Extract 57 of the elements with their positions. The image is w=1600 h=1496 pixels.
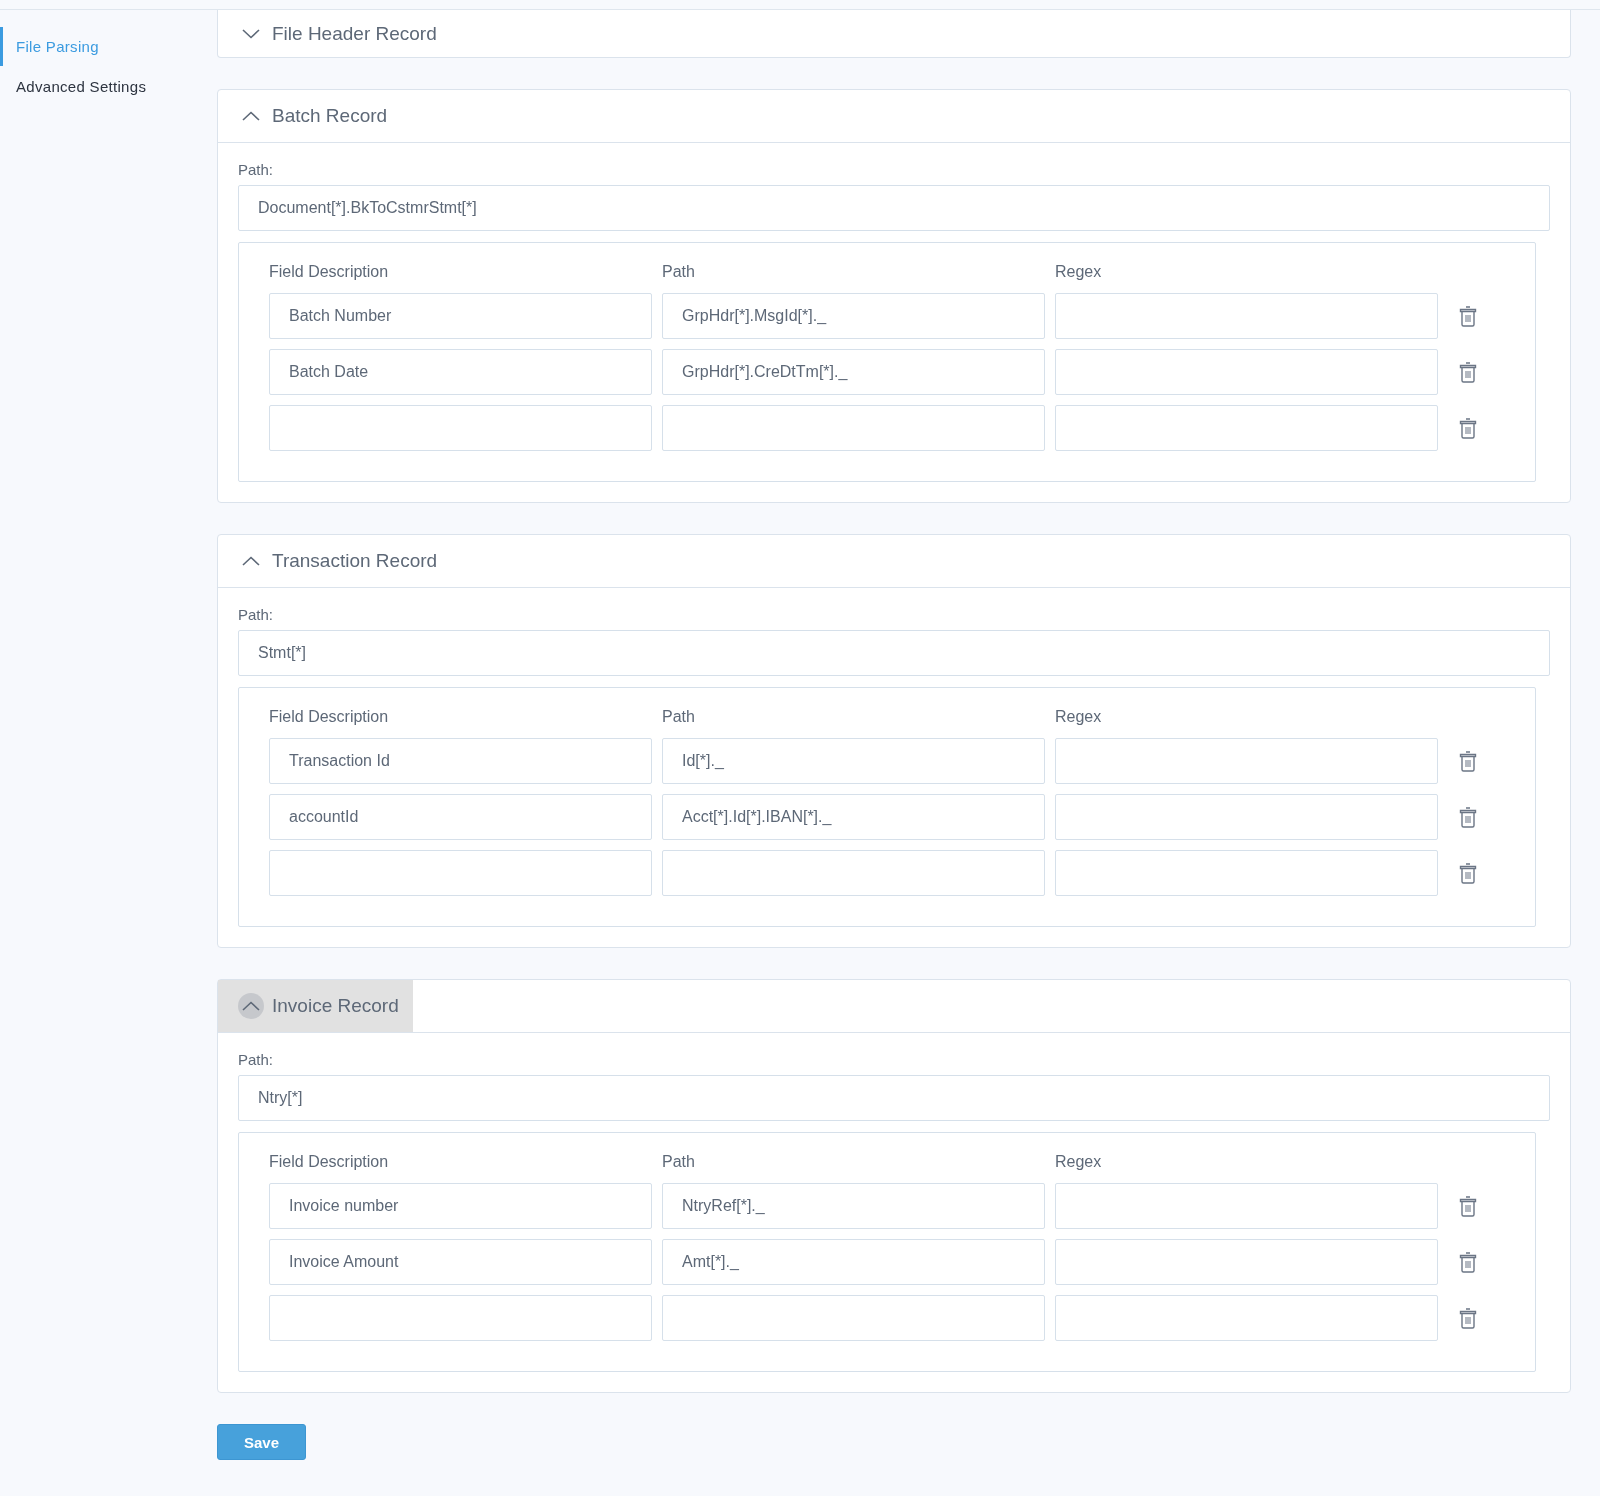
- description-input-field[interactable]: [269, 850, 652, 896]
- regex-input-field[interactable]: [1055, 1239, 1438, 1285]
- column-header: Regex: [1055, 263, 1103, 282]
- column-header: Regex: [1055, 1153, 1103, 1172]
- field-label: Path:: [238, 1051, 275, 1068]
- column-header: Regex: [1055, 708, 1103, 727]
- path-input-field[interactable]: Acct[*].Id[*].IBAN[*]._: [662, 794, 1045, 840]
- section-header-toggle[interactable]: File Header Record: [218, 10, 451, 57]
- path-input-field[interactable]: GrpHdr[*].CreDtTm[*]._: [662, 349, 1045, 395]
- sidebar-item[interactable]: Advanced Settings: [0, 67, 160, 106]
- delete-icon[interactable]: [1459, 417, 1477, 439]
- delete-icon[interactable]: [1459, 1195, 1477, 1217]
- regex-input-field[interactable]: [1055, 293, 1438, 339]
- delete-icon[interactable]: [1459, 1251, 1477, 1273]
- path-input-field[interactable]: [662, 405, 1045, 451]
- path-input-field[interactable]: Ntry[*]: [238, 1075, 1550, 1121]
- column-header: Path: [662, 708, 696, 727]
- delete-icon[interactable]: [1459, 305, 1477, 327]
- regex-input-field[interactable]: [1055, 1183, 1438, 1229]
- description-input-field[interactable]: Batch Date: [269, 349, 652, 395]
- regex-input-field[interactable]: [1055, 405, 1438, 451]
- section-header-toggle[interactable]: Transaction Record: [218, 535, 452, 587]
- path-input-field[interactable]: Amt[*]._: [662, 1239, 1045, 1285]
- sidebar-item[interactable]: File Parsing: [0, 27, 112, 66]
- regex-input-field[interactable]: [1055, 349, 1438, 395]
- section-header-toggle[interactable]: Batch Record: [218, 90, 402, 142]
- regex-input-field[interactable]: [1055, 850, 1438, 896]
- regex-input-field[interactable]: [1055, 738, 1438, 784]
- delete-icon[interactable]: [1459, 806, 1477, 828]
- column-header: Path: [662, 263, 696, 282]
- path-input-field[interactable]: GrpHdr[*].MsgId[*]._: [662, 293, 1045, 339]
- path-input-field[interactable]: Stmt[*]: [238, 630, 1550, 676]
- path-input-field[interactable]: [662, 850, 1045, 896]
- field-label: Path:: [238, 606, 275, 623]
- column-header: Field Description: [269, 708, 390, 727]
- field-label: Path:: [238, 161, 275, 178]
- description-input-field[interactable]: Transaction Id: [269, 738, 652, 784]
- delete-icon[interactable]: [1459, 862, 1477, 884]
- regex-input-field[interactable]: [1055, 794, 1438, 840]
- description-input-field[interactable]: Invoice number: [269, 1183, 652, 1229]
- delete-icon[interactable]: [1459, 750, 1477, 772]
- description-input-field[interactable]: Invoice Amount: [269, 1239, 652, 1285]
- regex-input-field[interactable]: [1055, 1295, 1438, 1341]
- path-input-field[interactable]: Document[*].BkToCstmrStmt[*]: [238, 185, 1550, 231]
- path-input-field[interactable]: NtryRef[*]._: [662, 1183, 1045, 1229]
- column-header: Field Description: [269, 1153, 390, 1172]
- path-input-field[interactable]: Id[*]._: [662, 738, 1045, 784]
- column-header: Path: [662, 1153, 696, 1172]
- delete-icon[interactable]: [1459, 361, 1477, 383]
- description-input-field[interactable]: Batch Number: [269, 293, 652, 339]
- description-input-field[interactable]: [269, 405, 652, 451]
- path-input-field[interactable]: [662, 1295, 1045, 1341]
- description-input-field[interactable]: [269, 1295, 652, 1341]
- description-input-field[interactable]: accountId: [269, 794, 652, 840]
- column-header: Field Description: [269, 263, 390, 282]
- section-header-toggle[interactable]: Invoice Record: [218, 980, 413, 1032]
- delete-icon[interactable]: [1459, 1307, 1477, 1329]
